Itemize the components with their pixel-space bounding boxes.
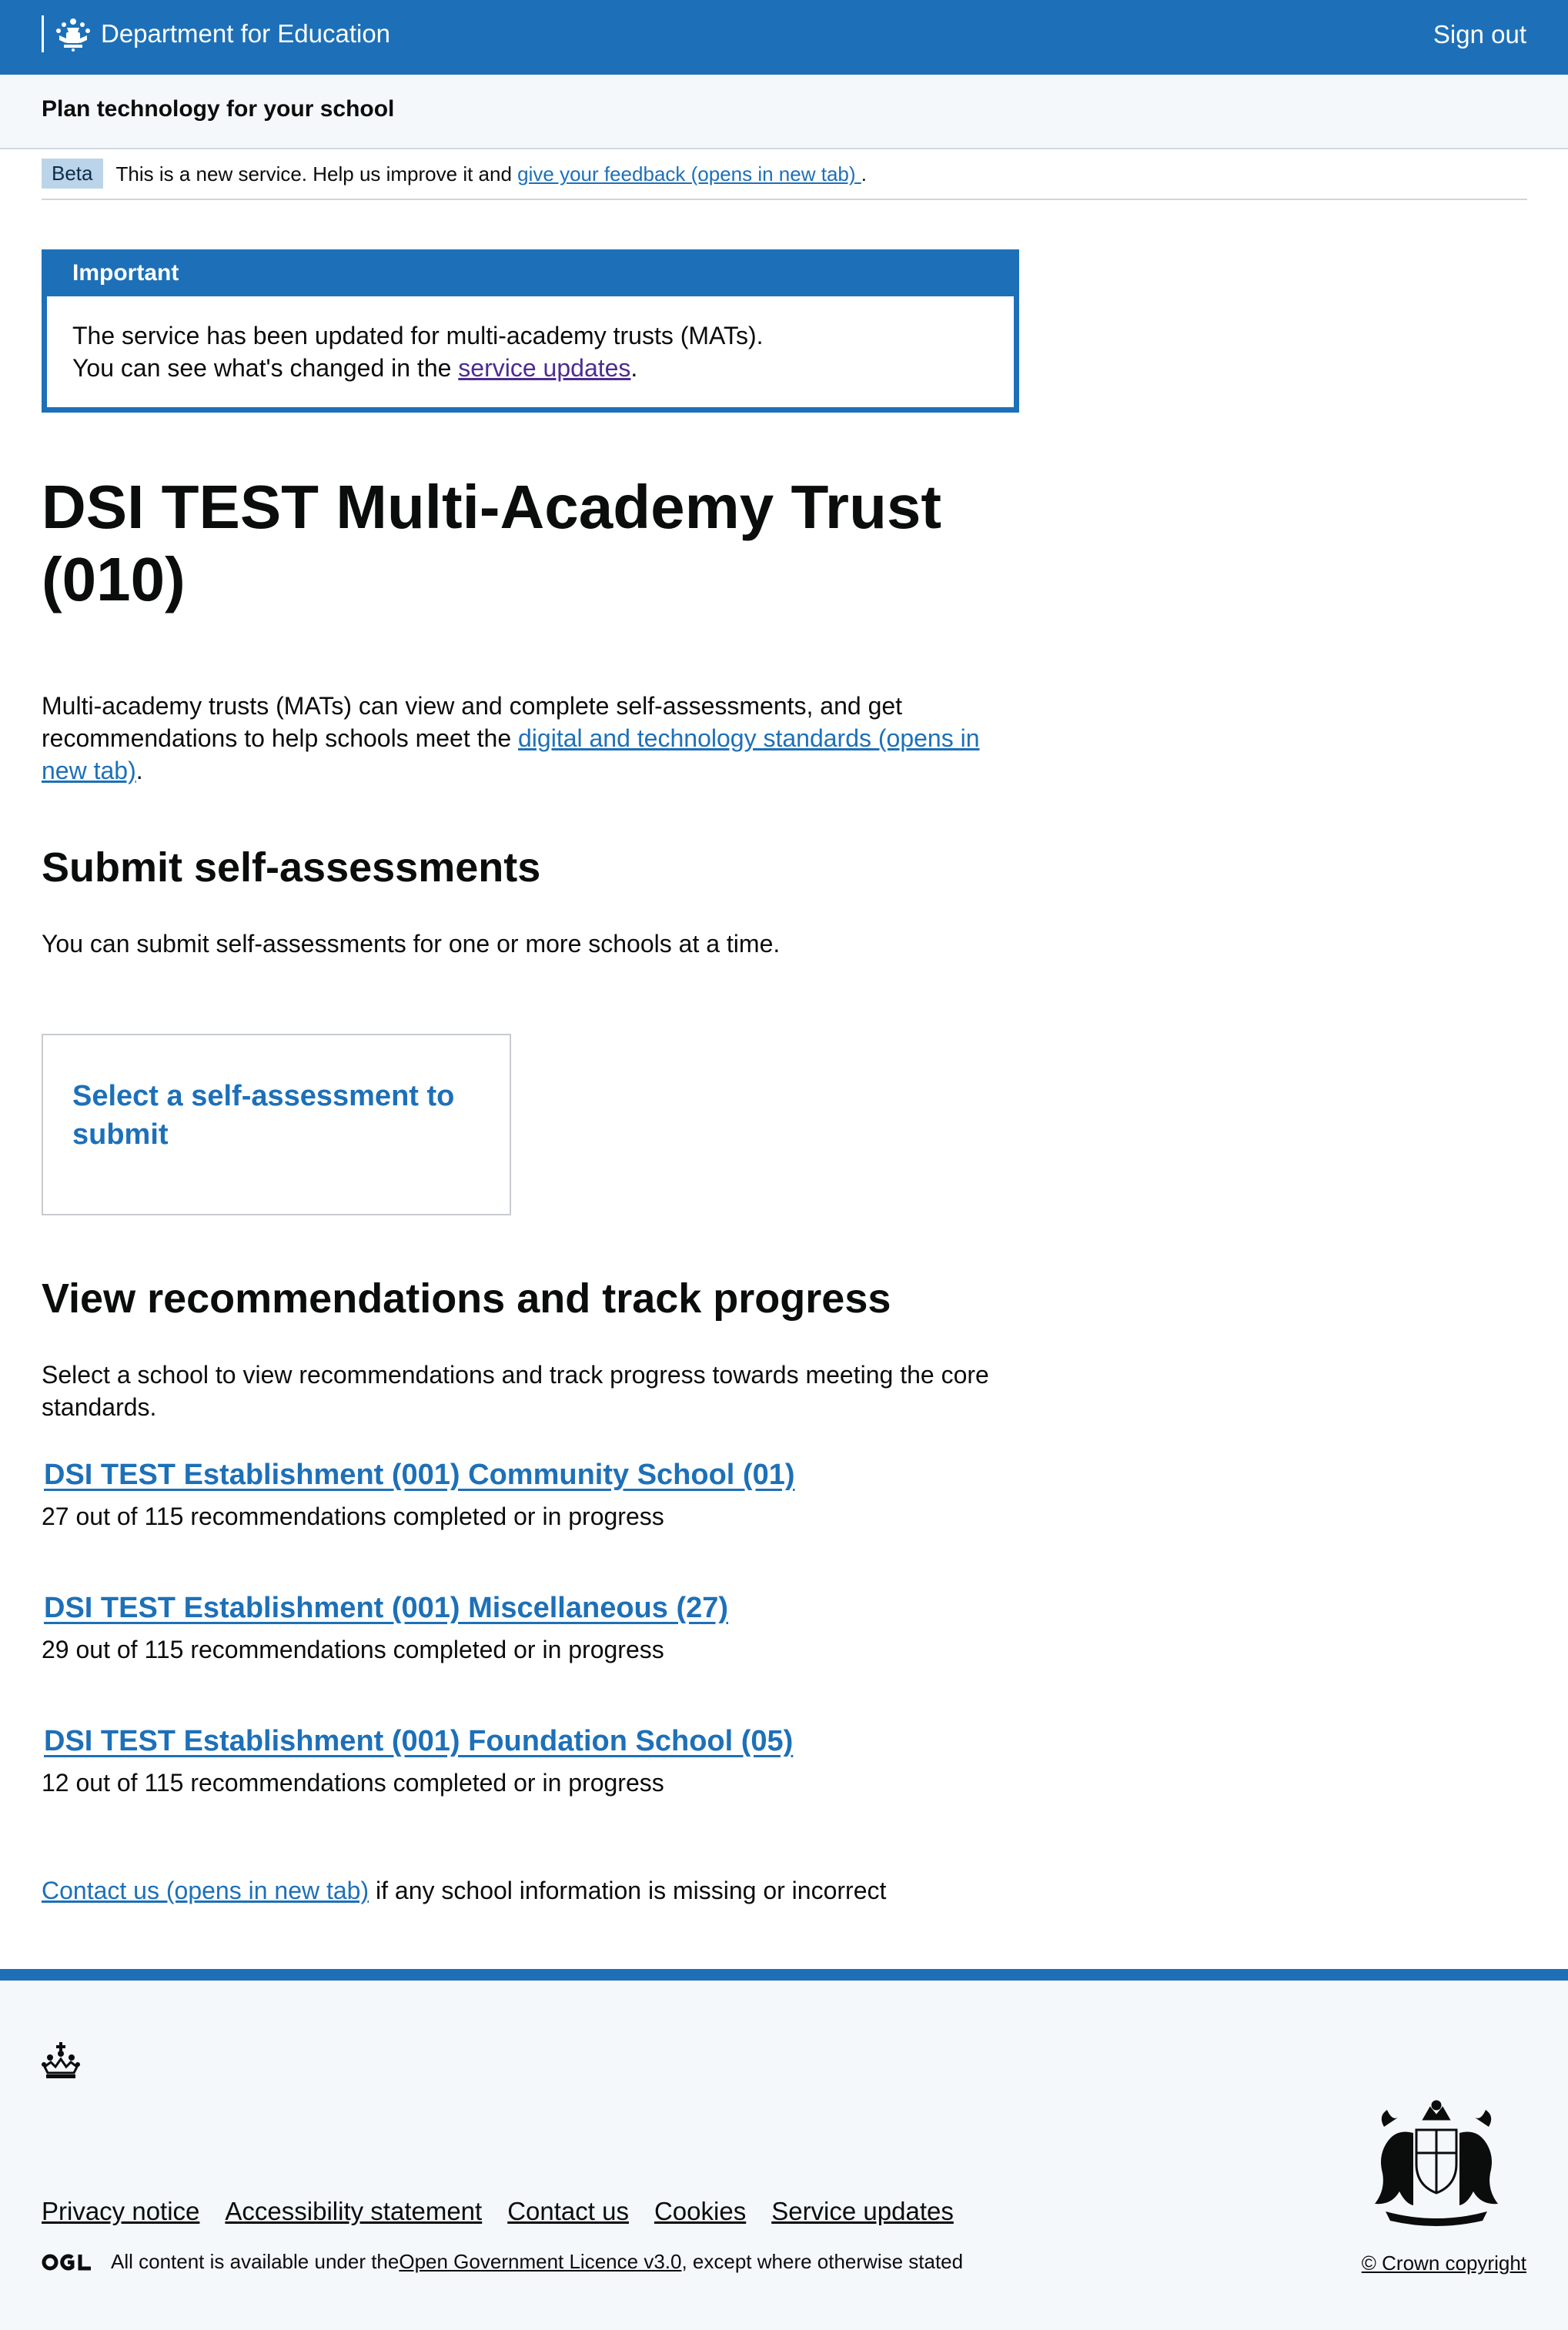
page-title: DSI TEST Multi-Academy Trust (010): [42, 473, 942, 613]
notification-line-1: The service has been updated for multi-a…: [72, 322, 764, 349]
sign-out-link[interactable]: Sign out: [1433, 20, 1526, 49]
notification-line-2-text: You can see what's changed in the: [72, 354, 459, 382]
phase-banner: Beta This is a new service. Help us impr…: [42, 159, 1527, 200]
school-item: DSI TEST Establishment (001) Miscellaneo…: [42, 1592, 1042, 1664]
submit-heading: Submit self-assessments: [42, 844, 541, 891]
footer-service-updates-link[interactable]: Service updates: [771, 2197, 954, 2226]
notification-title: Important: [47, 255, 1014, 296]
dfe-crest-icon: [56, 18, 90, 52]
contact-us-link[interactable]: Contact us (opens in new tab): [42, 1877, 369, 1904]
contact-line-text: if any school information is missing or …: [369, 1877, 887, 1904]
intro-paragraph: Multi-academy trusts (MATs) can view and…: [42, 690, 1027, 787]
crown-copyright: © Crown copyright: [1362, 2251, 1526, 2275]
school-progress: 27 out of 115 recommendations completed …: [42, 1503, 664, 1530]
phase-banner-message: This is a new service. Help us improve i…: [115, 162, 518, 186]
school-link[interactable]: DSI TEST Establishment (001) Foundation …: [44, 1725, 793, 1758]
logo-divider: [42, 15, 44, 52]
footer-contact-us-link[interactable]: Contact us: [507, 2197, 629, 2226]
dfe-logo-link[interactable]: Department for Education: [42, 15, 390, 52]
accessibility-statement-link[interactable]: Accessibility statement: [225, 2197, 482, 2226]
footer-links: Privacy notice Accessibility statement C…: [42, 2197, 954, 2226]
ogl-logo-icon: [42, 2254, 91, 2270]
submit-description: You can submit self-assessments for one …: [42, 930, 781, 958]
privacy-notice-link[interactable]: Privacy notice: [42, 2197, 199, 2226]
beta-tag: Beta: [42, 159, 103, 189]
licence-statement: All content is available under the Open …: [42, 2250, 963, 2274]
school-link[interactable]: DSI TEST Establishment (001) Miscellaneo…: [44, 1592, 728, 1625]
licence-text: All content is available under the: [111, 2250, 400, 2273]
notification-line-2: You can see what's changed in the servic…: [72, 352, 988, 384]
school-progress: 29 out of 115 recommendations completed …: [42, 1636, 664, 1663]
brand-name: Department for Education: [101, 19, 391, 48]
crown-icon: [42, 2042, 80, 2078]
service-name-link[interactable]: Plan technology for your school: [42, 96, 394, 122]
licence-text-end: , except where otherwise stated: [681, 2250, 964, 2273]
school-link[interactable]: DSI TEST Establishment (001) Community S…: [44, 1459, 795, 1492]
school-item: DSI TEST Establishment (001) Foundation …: [42, 1725, 1042, 1797]
select-self-assessment-link[interactable]: Select a self-assessment to submit: [72, 1077, 480, 1154]
notification-content: The service has been updated for multi-a…: [47, 296, 1014, 384]
contact-line: Contact us (opens in new tab) if any sch…: [42, 1877, 886, 1905]
service-navigation: Plan technology for your school: [0, 75, 1568, 149]
notification-line-2-end: .: [630, 354, 638, 382]
view-recommendations-description: Select a school to view recommendations …: [42, 1361, 989, 1421]
view-recommendations-heading: View recommendations and track progress: [42, 1275, 891, 1322]
site-header: Department for Education Sign out: [0, 0, 1568, 75]
royal-coat-of-arms-icon: [1375, 2100, 1498, 2226]
service-updates-link[interactable]: service updates: [458, 354, 630, 382]
phase-banner-text: This is a new service. Help us improve i…: [116, 159, 868, 186]
school-progress: 12 out of 115 recommendations completed …: [42, 1769, 664, 1797]
intro-end: .: [135, 757, 143, 784]
ogl-link[interactable]: Open Government Licence v3.0: [399, 2250, 681, 2274]
site-footer: Privacy notice Accessibility statement C…: [0, 1969, 1568, 2330]
crown-copyright-link[interactable]: © Crown copyright: [1362, 2251, 1526, 2275]
school-item: DSI TEST Establishment (001) Community S…: [42, 1459, 1042, 1531]
phase-banner-end: .: [861, 162, 867, 186]
select-self-assessment-card[interactable]: Select a self-assessment to submit: [42, 1034, 511, 1215]
feedback-link[interactable]: give your feedback (opens in new tab): [517, 162, 861, 186]
cookies-link[interactable]: Cookies: [654, 2197, 746, 2226]
important-notification-banner: Important The service has been updated f…: [42, 249, 1019, 413]
